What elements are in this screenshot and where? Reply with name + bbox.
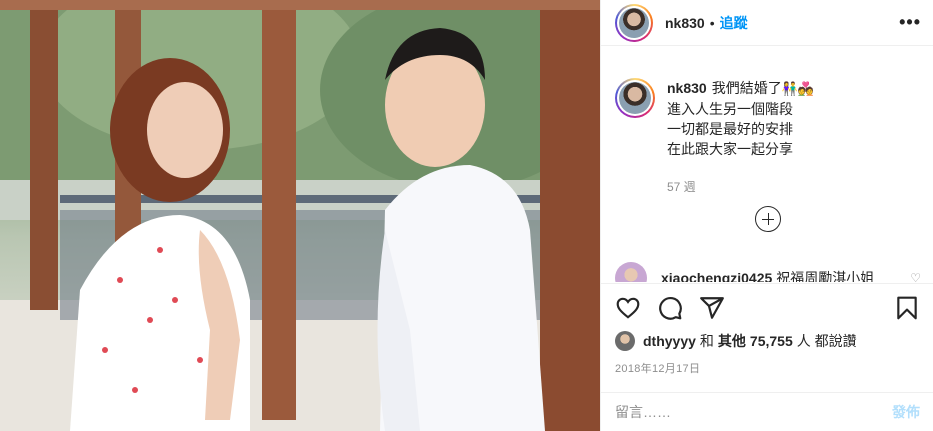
post-photo[interactable] [0,0,600,431]
plus-circle-icon[interactable] [755,206,781,232]
comment-item: xiaochengzi0425 祝福周勵淇小姐 ♡ [615,262,921,282]
couple-emoji-icon: 👫💑 [781,81,815,96]
caption: nk830 我們結婚了👫💑 進入人生另一個階段 一切都是最好的安排 在此跟大家一起… [615,78,920,197]
comment-text: 祝福周勵淇小姐 [776,270,875,282]
commenter-username[interactable]: xiaochengzi0425 [661,270,772,282]
likes-suffix: 人 都說讚 [796,333,857,349]
comment-icon[interactable] [657,295,683,321]
bookmark-icon[interactable] [894,295,920,321]
caption-line-2: 進入人生另一個階段 [667,101,793,117]
post-date[interactable]: 2018年12月17日 [615,360,700,376]
author-avatar[interactable] [615,3,653,42]
post-header: nk830 • 追蹤 ••• [601,0,933,46]
likes-summary[interactable]: dthyyyy 和 其他 75,755 人 都說讚 [615,331,857,351]
comment-like-icon[interactable]: ♡ [910,271,921,282]
caption-line-1: 我們結婚了 [711,80,782,96]
caption-line-4: 在此跟大家一起分享 [667,141,793,157]
caption-avatar[interactable] [615,78,655,118]
liker-username[interactable]: dthyyyy [643,333,696,349]
post-sidebar: nk830 • 追蹤 ••• nk830 我們結婚了👫💑 進入人生另一個階段 一切… [600,0,933,431]
comments-panel[interactable]: nk830 我們結婚了👫💑 進入人生另一個階段 一切都是最好的安排 在此跟大家一起… [601,60,933,282]
liker-avatar [615,331,635,351]
likes-joiner: 和 [699,333,714,349]
share-icon[interactable] [699,295,725,321]
caption-username[interactable]: nk830 [667,80,707,96]
caption-line-3: 一切都是最好的安排 [667,121,793,137]
likes-count[interactable]: 75,755 [750,333,793,349]
couple-photo-illustration [0,0,600,431]
add-comment-bar: 發佈 [601,392,933,431]
comment-input[interactable] [615,404,882,420]
caption-time[interactable]: 57 週 [667,177,814,197]
more-icon[interactable]: ••• [899,12,921,33]
follow-button[interactable]: 追蹤 [720,13,748,33]
likes-others[interactable]: 其他 [718,331,746,351]
action-bar [601,283,933,331]
heart-icon[interactable] [615,295,641,321]
separator-dot: • [709,14,715,31]
author-username[interactable]: nk830 [665,15,705,31]
commenter-avatar[interactable] [615,262,647,282]
post-comment-button[interactable]: 發佈 [892,402,920,422]
